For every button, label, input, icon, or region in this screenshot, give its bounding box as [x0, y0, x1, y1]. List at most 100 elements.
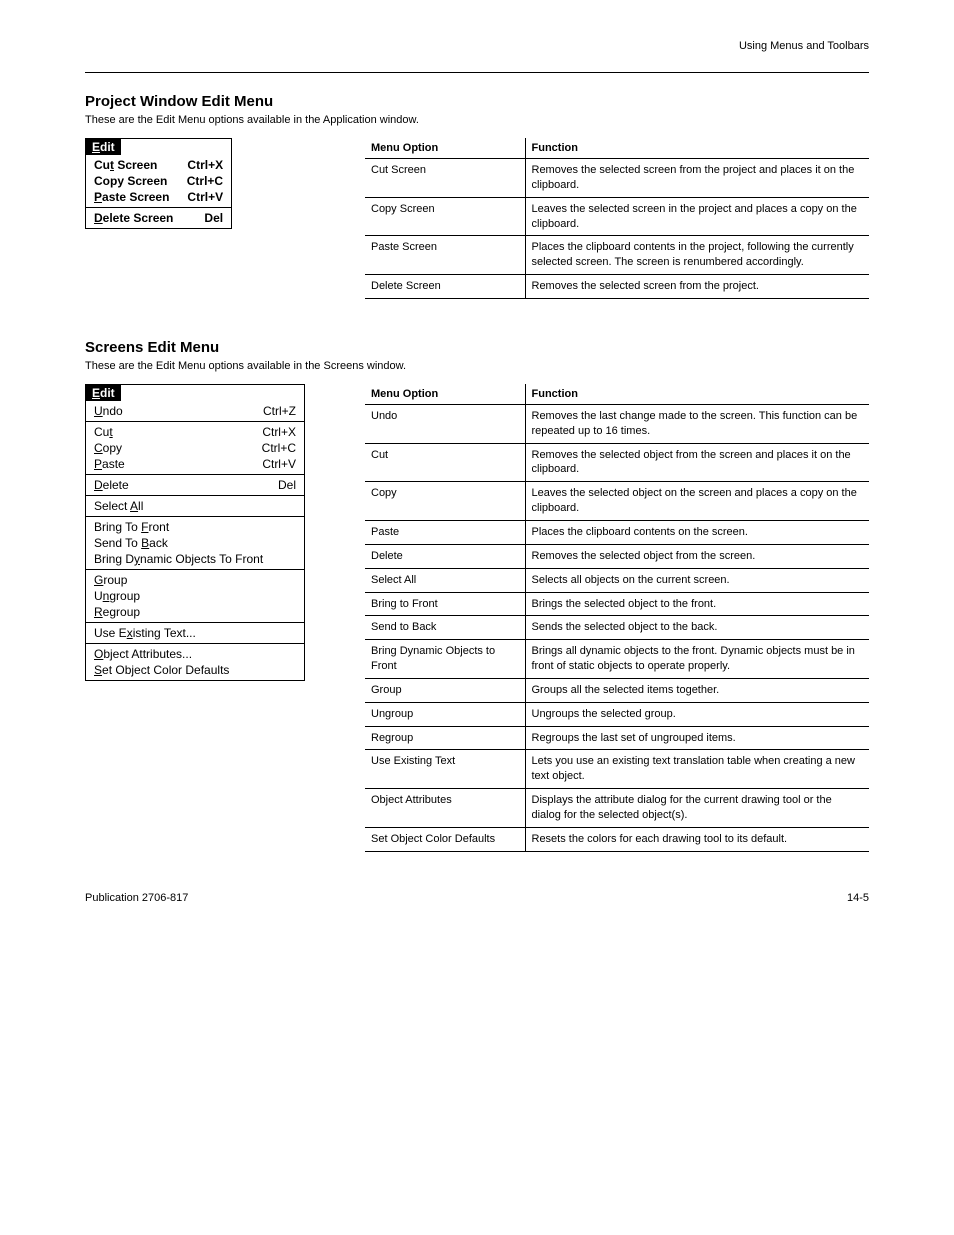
menu-item-shortcut: Del [278, 477, 296, 493]
menu-item[interactable]: Delete ScreenDel [86, 210, 231, 226]
cell-option: Cut [365, 443, 525, 482]
cell-option: Delete [365, 544, 525, 568]
table-row: Select AllSelects all objects on the cur… [365, 568, 869, 592]
table-row: Set Object Color DefaultsResets the colo… [365, 827, 869, 851]
menu-item[interactable]: Bring Dynamic Objects To Front [86, 551, 304, 567]
col-function: Function [525, 384, 869, 405]
menu-item[interactable]: Ungroup [86, 588, 304, 604]
menu-item-label: Undo [94, 403, 141, 419]
menu-item-shortcut: Ctrl+X [187, 157, 223, 173]
cell-option: Paste [365, 520, 525, 544]
table-row: Copy ScreenLeaves the selected screen in… [365, 197, 869, 236]
project-edit-menu: Edit Cut Screen Ctrl+XCopy ScreenCtrl+CPa… [85, 138, 232, 229]
menu-item-label: Cut [94, 424, 131, 440]
menu-item[interactable]: CutCtrl+X [86, 424, 304, 440]
table-row: GroupGroups all the selected items toget… [365, 678, 869, 702]
cell-function: Removes the selected screen from the pro… [525, 159, 869, 198]
section2-subtitle: These are the Edit Menu options availabl… [85, 360, 869, 372]
menu-item-label: Paste [94, 456, 143, 472]
cell-option: Undo [365, 404, 525, 443]
cell-function: Leaves the selected screen in the projec… [525, 197, 869, 236]
menu-item-shortcut: Ctrl+C [262, 440, 296, 456]
menu-item[interactable]: Group [86, 572, 304, 588]
menu-item-label: Use Existing Text... [94, 625, 214, 641]
menu-item-label: Delete Screen [94, 210, 191, 226]
menu-item-label: Copy Screen [94, 173, 185, 189]
section1-table: Menu Option Function Cut ScreenRemoves t… [365, 138, 869, 299]
table-row: Paste ScreenPlaces the clipboard content… [365, 236, 869, 275]
cell-function: Removes the selected object from the scr… [525, 544, 869, 568]
header-right: Using Menus and Toolbars [739, 40, 869, 52]
table-row: UngroupUngroups the selected group. [365, 702, 869, 726]
cell-function: Selects all objects on the current scree… [525, 568, 869, 592]
menu-item[interactable]: Bring To Front [86, 519, 304, 535]
cell-option: Set Object Color Defaults [365, 827, 525, 851]
cell-option: Select All [365, 568, 525, 592]
menu-item[interactable]: Use Existing Text... [86, 625, 304, 641]
menu-item[interactable]: Object Attributes... [86, 646, 304, 662]
menu-item[interactable]: Select All [86, 498, 304, 514]
menu-item[interactable]: CopyCtrl+C [86, 440, 304, 456]
menu-item[interactable]: Copy ScreenCtrl+C [86, 173, 231, 189]
cell-option: Paste Screen [365, 236, 525, 275]
table-row: Delete ScreenRemoves the selected screen… [365, 275, 869, 299]
cell-option: Regroup [365, 726, 525, 750]
menu-item[interactable]: Cut Screen Ctrl+X [86, 157, 231, 173]
footer-left: Publication 2706-817 [85, 892, 188, 904]
table-row: CopyLeaves the selected object on the sc… [365, 482, 869, 521]
menu-item-label: Object Attributes... [94, 646, 210, 662]
menu-separator [86, 207, 231, 208]
menu-title: Edit [86, 139, 121, 155]
menu-title: Edit [86, 385, 121, 401]
footer-right: 14-5 [847, 892, 869, 904]
menu-item[interactable]: Regroup [86, 604, 304, 620]
menu-item-label: Send To Back [94, 535, 186, 551]
cell-option: Copy [365, 482, 525, 521]
menu-separator [86, 421, 304, 422]
cell-option: Send to Back [365, 616, 525, 640]
menu-item-label: Ungroup [94, 588, 158, 604]
cell-option: Bring to Front [365, 592, 525, 616]
cell-function: Sends the selected object to the back. [525, 616, 869, 640]
cell-function: Lets you use an existing text translatio… [525, 750, 869, 789]
menu-item[interactable]: Set Object Color Defaults [86, 662, 304, 678]
table-row: Use Existing TextLets you use an existin… [365, 750, 869, 789]
cell-option: Use Existing Text [365, 750, 525, 789]
menu-separator [86, 516, 304, 517]
menu-item[interactable]: Delete Del [86, 477, 304, 493]
cell-function: Brings all dynamic objects to the front.… [525, 640, 869, 679]
cell-option: Copy Screen [365, 197, 525, 236]
menu-item-label: Bring Dynamic Objects To Front [94, 551, 281, 567]
col-menu-option: Menu Option [365, 384, 525, 405]
table-row: Bring to FrontBrings the selected object… [365, 592, 869, 616]
menu-item[interactable]: Send To Back [86, 535, 304, 551]
table-row: Send to BackSends the selected object to… [365, 616, 869, 640]
menu-item[interactable]: Undo Ctrl+Z [86, 403, 304, 419]
section2-table: Menu Option Function UndoRemoves the las… [365, 384, 869, 852]
table-row: Cut ScreenRemoves the selected screen fr… [365, 159, 869, 198]
section2-title: Screens Edit Menu [85, 339, 869, 356]
cell-function: Brings the selected object to the front. [525, 592, 869, 616]
cell-option: Bring Dynamic Objects to Front [365, 640, 525, 679]
menu-item-shortcut: Ctrl+Z [263, 403, 296, 419]
cell-option: Cut Screen [365, 159, 525, 198]
menu-item-label: Regroup [94, 604, 158, 620]
section1-subtitle: These are the Edit Menu options availabl… [85, 114, 869, 126]
cell-function: Leaves the selected object on the screen… [525, 482, 869, 521]
screens-edit-menu: Edit Undo Ctrl+Z CutCtrl+XCopyCtrl+CPaste C… [85, 384, 305, 681]
cell-function: Resets the colors for each drawing tool … [525, 827, 869, 851]
menu-item-shortcut: Ctrl+V [262, 456, 296, 472]
menu-separator [86, 569, 304, 570]
menu-item[interactable]: Paste Ctrl+V [86, 456, 304, 472]
menu-item-label: Cut Screen [94, 157, 175, 173]
menu-separator [86, 622, 304, 623]
menu-item-label: Delete [94, 477, 147, 493]
menu-item[interactable]: Paste ScreenCtrl+V [86, 189, 231, 205]
col-menu-option: Menu Option [365, 138, 525, 159]
menu-item-label: Group [94, 572, 145, 588]
cell-function: Removes the selected screen from the pro… [525, 275, 869, 299]
cell-function: Ungroups the selected group. [525, 702, 869, 726]
menu-item-label: Set Object Color Defaults [94, 662, 247, 678]
cell-function: Places the clipboard contents on the scr… [525, 520, 869, 544]
menu-item-label: Select All [94, 498, 161, 514]
